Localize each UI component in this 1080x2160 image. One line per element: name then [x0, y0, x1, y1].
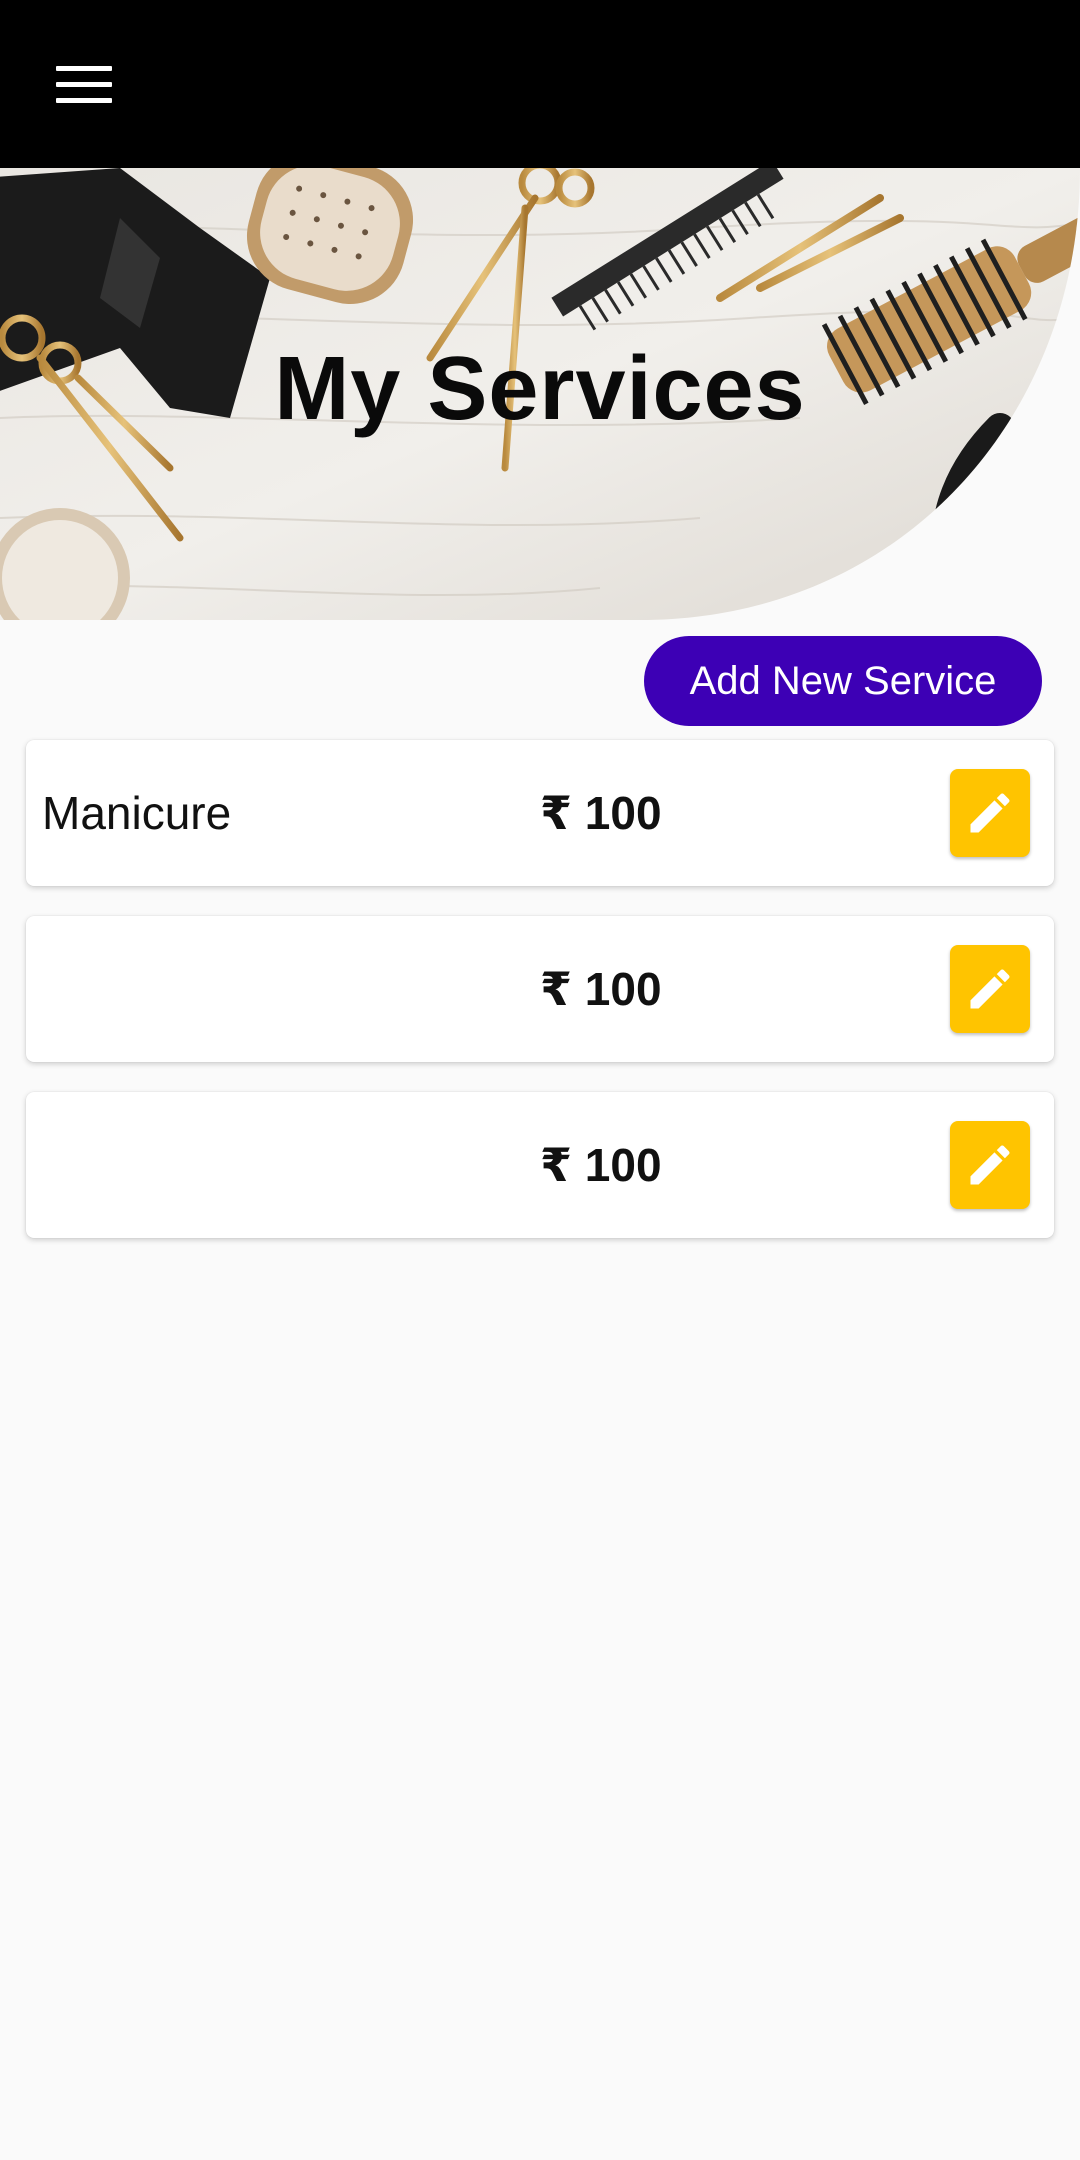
- hamburger-menu-icon: [56, 65, 112, 71]
- service-list: Manicure ₹ 100 ₹ 100 ₹ 100: [26, 740, 1054, 1268]
- add-new-service-button[interactable]: Add New Service: [644, 636, 1042, 726]
- pencil-icon: [970, 969, 1010, 1009]
- app-bar: [0, 0, 1080, 168]
- pencil-icon: [970, 793, 1010, 833]
- service-price: ₹ 100: [540, 1139, 662, 1191]
- menu-button[interactable]: [44, 52, 124, 116]
- hero-banner: My Services: [0, 168, 1080, 620]
- page-title: My Services: [274, 339, 806, 439]
- edit-service-button[interactable]: [950, 1121, 1030, 1209]
- service-card: Manicure ₹ 100: [26, 740, 1054, 886]
- hamburger-menu-icon-line: [56, 97, 112, 103]
- edit-service-button[interactable]: [950, 945, 1030, 1033]
- pencil-icon: [970, 1145, 1010, 1185]
- edit-service-button[interactable]: [950, 769, 1030, 857]
- service-card: ₹ 100: [26, 1092, 1054, 1238]
- service-name: Manicure: [42, 787, 232, 839]
- service-price: ₹ 100: [540, 787, 662, 839]
- hamburger-menu-icon-line: [56, 81, 112, 87]
- service-price: ₹ 100: [540, 963, 662, 1015]
- service-card: ₹ 100: [26, 916, 1054, 1062]
